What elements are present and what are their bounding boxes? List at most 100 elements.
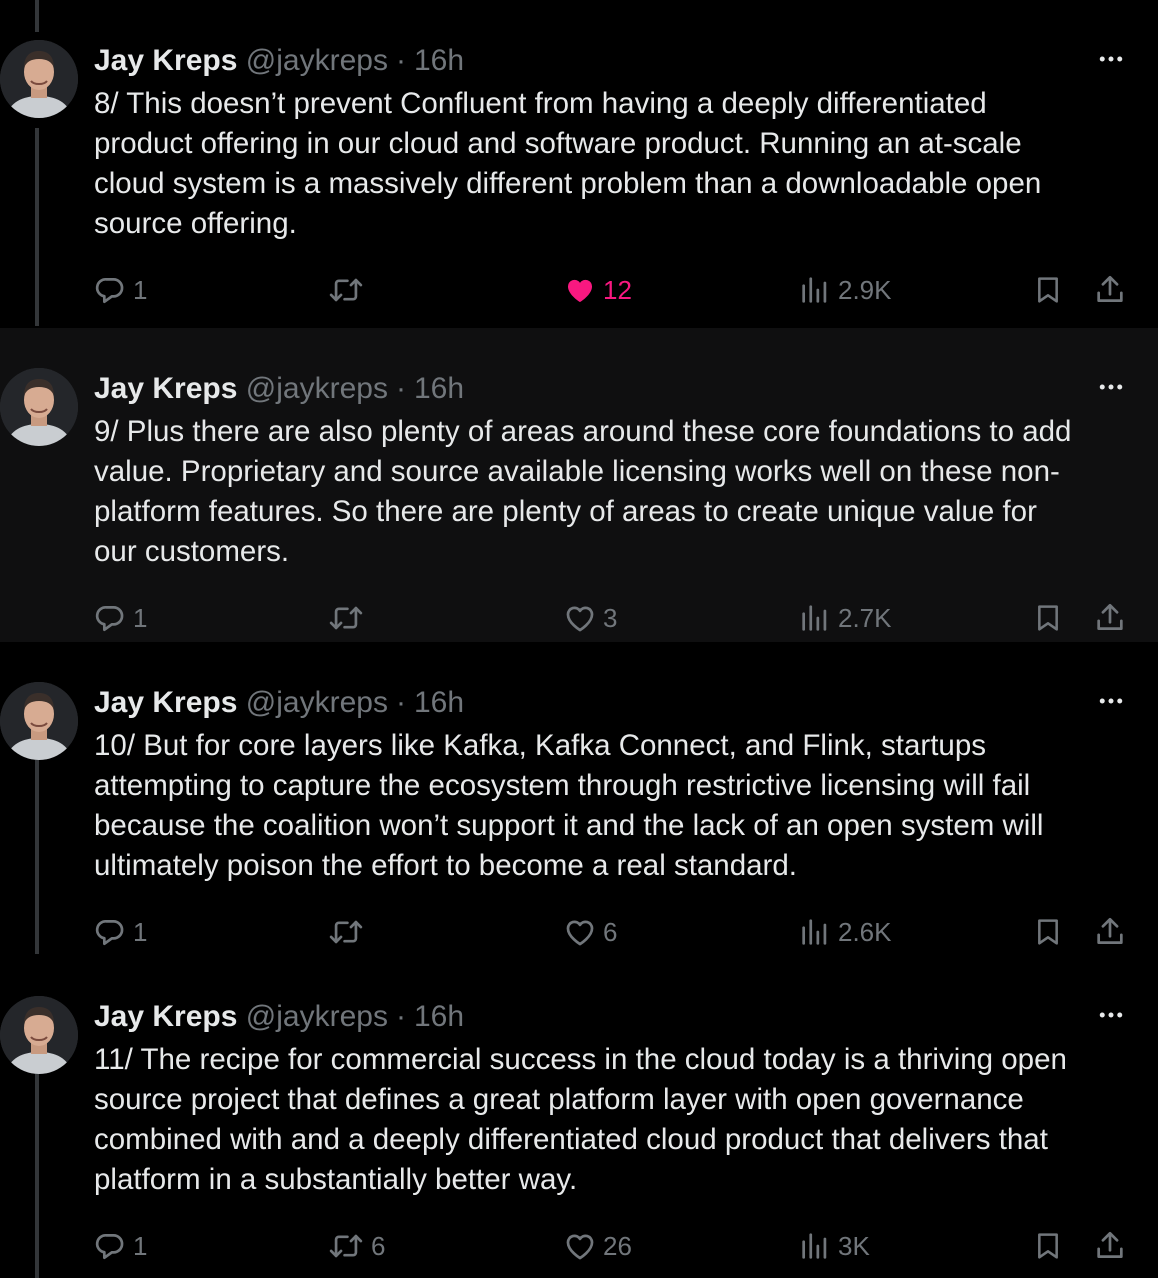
views-icon (798, 1229, 832, 1263)
avatar[interactable] (0, 996, 78, 1074)
avatar[interactable] (0, 368, 78, 446)
views-icon (798, 601, 832, 635)
more-icon[interactable] (1096, 1000, 1126, 1030)
share-button[interactable] (1093, 1224, 1127, 1268)
share-icon (1093, 1229, 1127, 1263)
retweet-icon (327, 1229, 365, 1263)
like-count: 26 (603, 1230, 632, 1261)
reply-count: 1 (133, 1230, 148, 1261)
separator: · (395, 1000, 406, 1033)
author-handle[interactable]: @jaykreps (246, 44, 388, 77)
bookmark-icon (1032, 915, 1064, 949)
timestamp[interactable]: 16h (414, 372, 464, 405)
timestamp[interactable]: 16h (414, 1000, 464, 1033)
views-button[interactable]: 2.6K (798, 910, 892, 954)
reply-button[interactable]: 1 (93, 910, 147, 954)
views-icon (798, 273, 832, 307)
tweet-header: Jay Kreps @jaykreps · 16h (94, 369, 464, 409)
tweet[interactable]: Jay Kreps @jaykreps · 16h 11/ The recipe fo… (0, 956, 1158, 1270)
author-name[interactable]: Jay Kreps (94, 686, 237, 719)
retweet-icon (327, 915, 365, 949)
reply-button[interactable]: 1 (93, 1224, 147, 1268)
author-handle[interactable]: @jaykreps (246, 1000, 388, 1033)
heart-icon (563, 601, 597, 635)
bookmark-icon (1032, 601, 1064, 635)
more-icon[interactable] (1096, 372, 1126, 402)
tweet-text: 10/ But for core layers like Kafka, Kafk… (94, 729, 1044, 882)
share-button[interactable] (1093, 910, 1127, 954)
tweet-header: Jay Kreps @jaykreps · 16h (94, 683, 464, 723)
author-handle[interactable]: @jaykreps (246, 372, 388, 405)
bookmark-button[interactable] (1032, 910, 1064, 954)
author-name[interactable]: Jay Kreps (94, 372, 237, 405)
views-button[interactable]: 2.9K (798, 268, 892, 312)
avatar[interactable] (0, 40, 78, 118)
bookmark-icon (1032, 1229, 1064, 1263)
like-count: 6 (603, 916, 618, 947)
view-count: 2.7K (838, 602, 892, 633)
heart-icon (563, 273, 597, 307)
tweet-text: 9/ Plus there are also plenty of areas a… (94, 415, 1072, 568)
like-count: 3 (603, 602, 618, 633)
retweet-icon (327, 273, 365, 307)
views-icon (798, 915, 832, 949)
retweet-button[interactable] (327, 910, 371, 954)
views-button[interactable]: 2.7K (798, 596, 892, 640)
bookmark-button[interactable] (1032, 268, 1064, 312)
view-count: 3K (838, 1230, 870, 1261)
separator: · (395, 372, 406, 405)
tweet-text: 8/ This doesn’t prevent Confluent from h… (94, 87, 1042, 240)
heart-icon (563, 1229, 597, 1263)
reply-icon (93, 273, 127, 307)
action-bar: 1 6 2.6K (0, 910, 1158, 954)
tweet[interactable]: Jay Kreps @jaykreps · 16h 9/ Plus there are… (0, 328, 1158, 642)
timestamp[interactable]: 16h (414, 44, 464, 77)
retweet-count: 6 (371, 1230, 386, 1261)
retweet-button[interactable] (327, 596, 371, 640)
views-button[interactable]: 3K (798, 1224, 870, 1268)
action-bar: 1 3 2.7K (0, 596, 1158, 640)
action-bar: 1 6 26 3K (0, 1224, 1158, 1268)
view-count: 2.6K (838, 916, 892, 947)
reply-button[interactable]: 1 (93, 596, 147, 640)
like-button[interactable]: 6 (563, 910, 617, 954)
tweet[interactable]: Jay Kreps @jaykreps · 16h 10/ But for core … (0, 642, 1158, 956)
more-icon[interactable] (1096, 44, 1126, 74)
reply-count: 1 (133, 602, 148, 633)
bookmark-icon (1032, 273, 1064, 307)
retweet-button[interactable] (327, 268, 371, 312)
reply-button[interactable]: 1 (93, 268, 147, 312)
share-icon (1093, 273, 1127, 307)
reply-icon (93, 1229, 127, 1263)
bookmark-button[interactable] (1032, 1224, 1064, 1268)
reply-count: 1 (133, 274, 148, 305)
reply-icon (93, 601, 127, 635)
share-button[interactable] (1093, 596, 1127, 640)
retweet-button[interactable]: 6 (327, 1224, 385, 1268)
like-button[interactable]: 26 (563, 1224, 632, 1268)
reply-count: 1 (133, 916, 148, 947)
separator: · (395, 686, 406, 719)
share-button[interactable] (1093, 268, 1127, 312)
tweet-header: Jay Kreps @jaykreps · 16h (94, 41, 464, 81)
tweet[interactable]: Jay Kreps @jaykreps · 16h 8/ This doesn’t p… (0, 0, 1158, 314)
author-name[interactable]: Jay Kreps (94, 1000, 237, 1033)
author-name[interactable]: Jay Kreps (94, 44, 237, 77)
tweet-header: Jay Kreps @jaykreps · 16h (94, 997, 464, 1037)
share-icon (1093, 915, 1127, 949)
like-button[interactable]: 12 (563, 268, 632, 312)
tweet-text: 11/ The recipe for commercial success in… (94, 1043, 1067, 1196)
heart-icon (563, 915, 597, 949)
share-icon (1093, 601, 1127, 635)
bookmark-button[interactable] (1032, 596, 1064, 640)
timestamp[interactable]: 16h (414, 686, 464, 719)
like-count: 12 (603, 274, 632, 305)
more-icon[interactable] (1096, 686, 1126, 716)
like-button[interactable]: 3 (563, 596, 617, 640)
action-bar: 1 12 2.9K (0, 268, 1158, 312)
separator: · (395, 44, 406, 77)
avatar[interactable] (0, 682, 78, 760)
view-count: 2.9K (838, 274, 892, 305)
author-handle[interactable]: @jaykreps (246, 686, 388, 719)
reply-icon (93, 915, 127, 949)
